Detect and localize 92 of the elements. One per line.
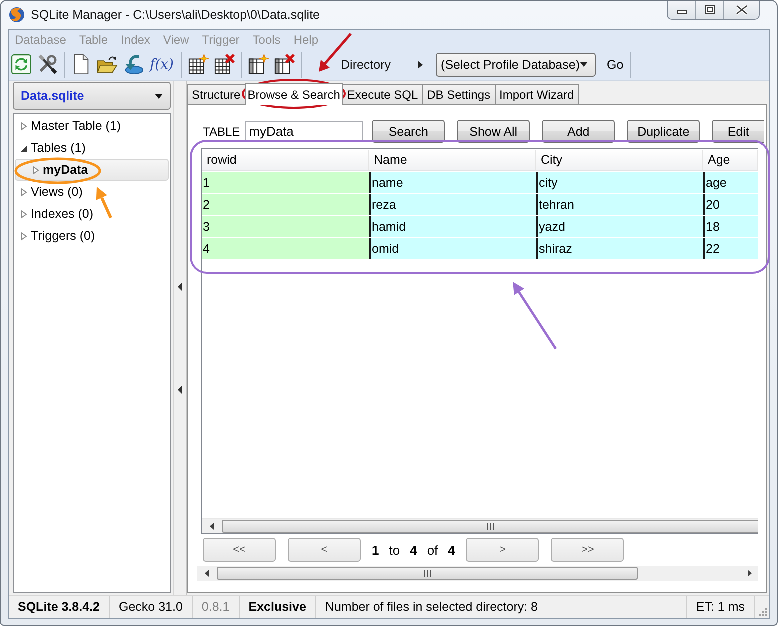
next-page-button[interactable]: > [466,538,540,562]
search-button[interactable]: Search [372,120,446,143]
tree-item[interactable]: myData [15,159,169,181]
first-page-button[interactable]: << [203,538,276,562]
open-folder-icon[interactable] [97,54,118,75]
elapsed-time-label: ET: 1 ms [687,596,755,618]
table-cell: 1 [202,172,369,193]
minimize-button[interactable] [668,1,696,19]
scrollbar-thumb[interactable] [217,567,638,580]
duplicate-button[interactable]: Duplicate [627,120,700,143]
table-cell: 4 [202,238,369,259]
lock-mode-label: Exclusive [240,596,316,618]
sqlite-version-label: SQLite 3.8.4.2 [9,596,110,618]
annotation-arrow [513,282,558,350]
table-name-field[interactable]: myData [245,121,364,142]
engine-version-label: Gecko 31.0 [110,596,193,618]
arrow-into-tray-icon[interactable] [123,54,144,75]
maximize-button[interactable] [696,1,724,19]
table-cell: 2 [202,194,369,215]
of-label: of [427,542,438,558]
table-x-icon[interactable] [214,54,236,75]
maximize-icon [704,5,714,14]
table-cell: 22 [703,238,758,259]
table-cell: reza [369,194,536,215]
tab[interactable]: Execute SQL [342,84,424,104]
expand-triangle-icon[interactable] [32,166,40,174]
database-select[interactable]: Data.sqlite [13,82,171,110]
previous-page-button[interactable]: < [288,538,361,562]
table-cell: name [369,172,536,193]
expand-triangle-icon[interactable] [20,122,28,130]
shaded-table-star-icon[interactable] [248,54,270,75]
tab[interactable]: Browse & Search [244,83,344,105]
caret-down-icon [155,94,163,98]
show-all-button[interactable]: Show All [457,120,530,143]
shaded-table-x-icon[interactable] [274,54,296,75]
tree-item[interactable]: Master Table (1) [15,115,169,137]
column-header[interactable]: Name [369,150,536,170]
expand-triangle-icon[interactable] [20,188,28,196]
table-cell: shiraz [536,238,703,259]
resize-grip-icon[interactable] [757,606,767,616]
page-end-number: 4 [410,542,418,558]
profile-select[interactable]: (Select Profile Database) [436,52,596,76]
expand-triangle-icon[interactable] [20,210,28,218]
tab[interactable]: DB Settings [422,84,496,104]
caret-right-icon[interactable] [418,60,424,68]
horizontal-scrollbar[interactable] [202,518,758,533]
collapse-triangle-icon[interactable] [20,144,28,152]
close-button[interactable] [724,1,759,19]
table-cell: age [703,172,758,193]
tree-item[interactable]: Triggers (0) [15,225,169,247]
table-cell: 20 [703,194,758,215]
column-header[interactable]: rowid [202,150,369,170]
refresh-icon[interactable] [11,54,32,75]
status-message: Number of files in selected directory: 8 [316,596,688,618]
table-star-icon[interactable] [188,54,210,75]
table-cell: omid [369,238,536,259]
close-icon [736,4,748,14]
column-header[interactable]: Age [703,150,758,170]
table-cell: 18 [703,216,758,237]
horizontal-scrollbar[interactable] [197,566,758,581]
page-start-number: 1 [372,542,380,558]
directory-button[interactable]: Directory [341,58,392,72]
splitter-arrow-icon[interactable] [178,386,182,394]
expand-triangle-icon[interactable] [20,232,28,240]
total-count: 4 [448,542,456,558]
table-label: TABLE [203,124,240,138]
tree-item[interactable]: Views (0) [15,181,169,203]
column-header[interactable]: City [536,150,703,170]
table-cell: city [536,172,703,193]
annotation-arrow [96,187,112,219]
scrollbar-thumb[interactable] [222,520,758,532]
to-label: to [389,542,400,558]
globe-icon [9,7,25,23]
table-cell: 3 [202,216,369,237]
function-button[interactable]: f(x) [149,56,176,72]
edit-button[interactable]: Edit [712,120,764,143]
tab[interactable]: Structure [187,84,246,104]
add-button[interactable]: Add [542,120,616,143]
table-cell: tehran [536,194,703,215]
tree-item[interactable]: Indexes (0) [15,203,169,225]
table-cell: hamid [369,216,536,237]
extension-version-label: 0.8.1 [192,596,240,618]
caret-down-icon [580,62,588,67]
minimize-icon [676,10,686,14]
window-title: SQLite Manager - C:\Users\ali\Desktop\0\Data.sqlite [31,8,320,22]
tools-icon[interactable] [37,54,58,75]
table-cell: yazd [536,216,703,237]
go-button[interactable]: Go [607,58,624,72]
tree-item[interactable]: Tables (1) [15,137,169,159]
splitter-arrow-icon[interactable] [178,283,182,291]
tab[interactable]: Import Wizard [494,84,580,104]
last-page-button[interactable]: >> [551,538,624,562]
